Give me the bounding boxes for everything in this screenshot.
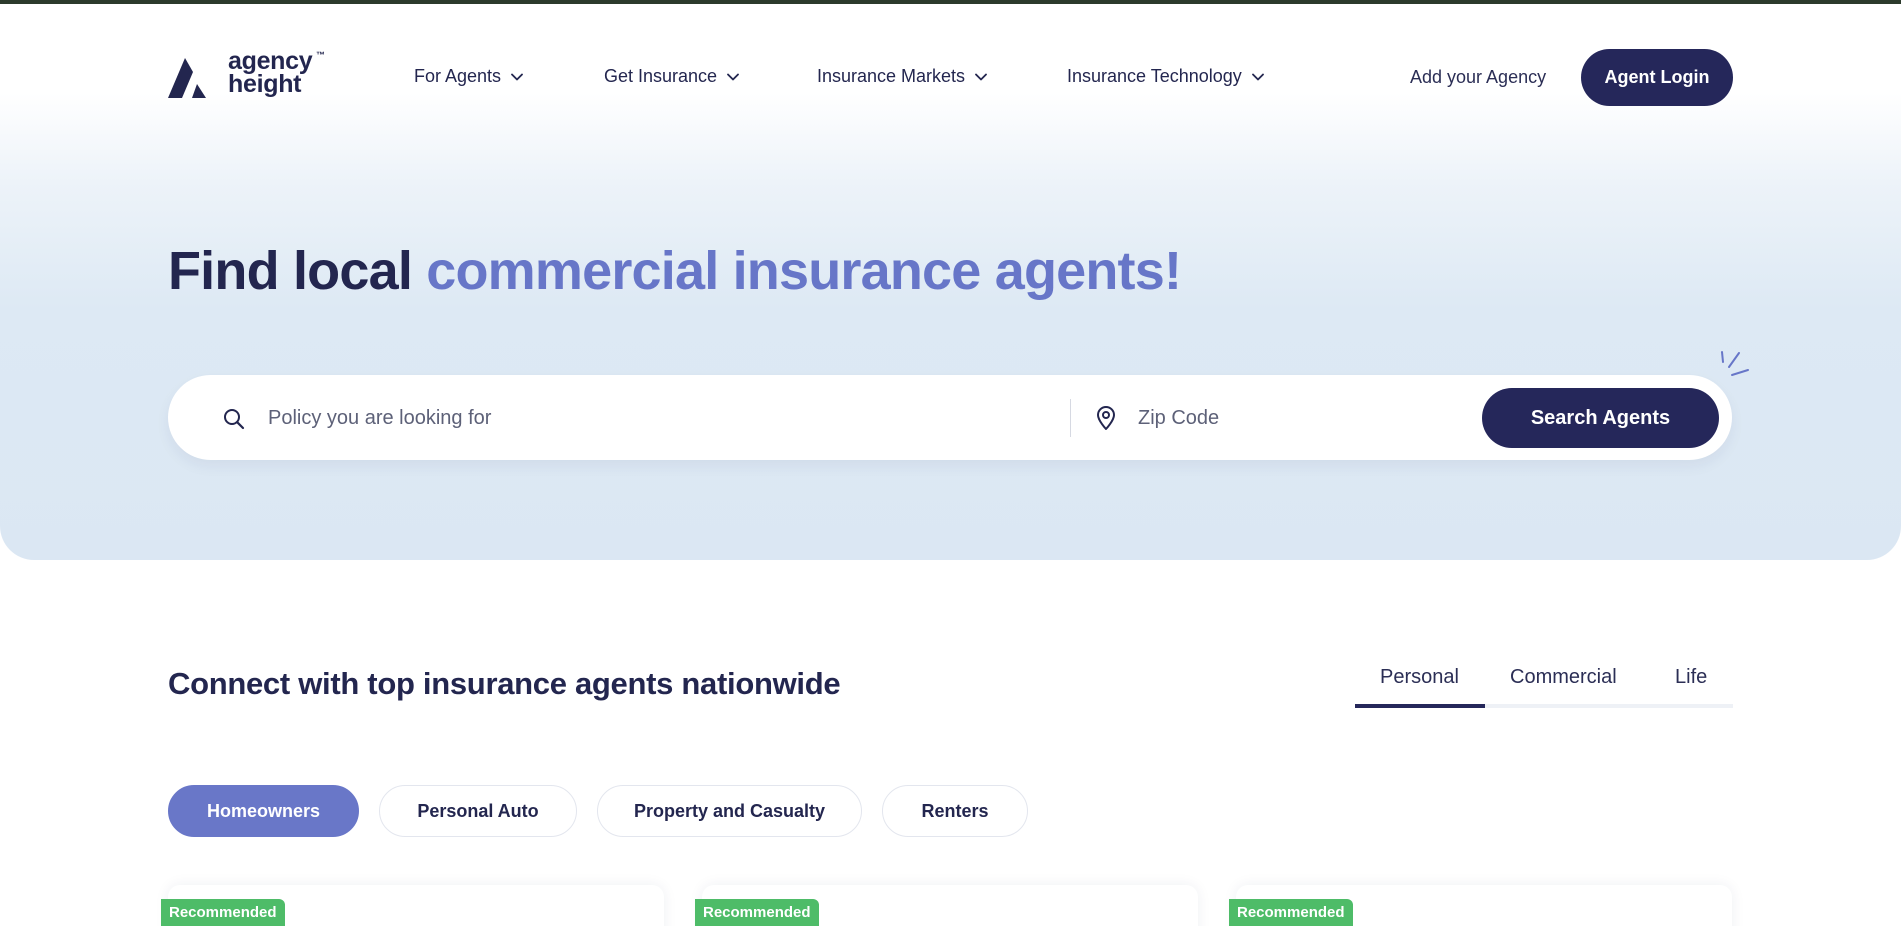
tab-commercial[interactable]: Commercial [1510, 666, 1617, 689]
tab-active-indicator [1355, 704, 1485, 708]
nav-label: Insurance Markets [817, 66, 966, 86]
logo[interactable]: agency height ™ [168, 47, 338, 106]
sparkle-icon [1721, 351, 1749, 376]
section-title: Connect with top insurance agents nation… [168, 666, 841, 701]
location-pin-icon [1097, 406, 1115, 430]
tab-personal[interactable]: Personal [1380, 666, 1459, 689]
recommended-badge: Recommended [695, 899, 819, 926]
site-header: agency height ™ For Agents Get Insurance… [0, 4, 1901, 146]
zip-code-input[interactable] [1138, 397, 1438, 439]
search-icon [224, 409, 245, 430]
nav-for-agents[interactable]: For Agents [414, 66, 523, 87]
chevron-down-icon [975, 73, 987, 80]
nav-label: For Agents [414, 66, 502, 86]
pill-renters[interactable]: Renters [882, 785, 1028, 837]
hero-title-dark: Find local [168, 241, 413, 301]
search-divider [1070, 399, 1071, 437]
chevron-down-icon [1251, 73, 1264, 80]
chevron-down-icon [727, 73, 739, 80]
insurance-type-tabs: Personal Commercial Life [1355, 660, 1733, 708]
policy-search-input[interactable] [268, 397, 1118, 439]
hero-title-accent: commercial insurance agents! [426, 241, 1182, 301]
nav-insurance-technology[interactable]: Insurance Technology [1067, 66, 1264, 87]
add-agency-link[interactable]: Add your Agency [1410, 67, 1546, 88]
nav-label: Insurance Technology [1067, 66, 1242, 86]
nav-get-insurance[interactable]: Get Insurance [604, 66, 739, 87]
hero-title: Find local commercial insurance agents! [168, 240, 1182, 302]
recommended-badge: Recommended [1229, 899, 1353, 926]
pill-personal-auto[interactable]: Personal Auto [379, 785, 577, 837]
tab-life[interactable]: Life [1675, 666, 1707, 689]
pill-homeowners[interactable]: Homeowners [168, 785, 359, 837]
logo-trademark: ™ [316, 50, 325, 60]
logo-wordmark: agency height [228, 47, 313, 98]
nav-label: Get Insurance [604, 66, 718, 86]
recommended-badge: Recommended [161, 899, 285, 926]
logo-mark-icon [168, 58, 206, 98]
chevron-down-icon [511, 73, 523, 80]
agent-search-bar: Search Agents [168, 375, 1732, 460]
pill-property-and-casualty[interactable]: Property and Casualty [597, 785, 862, 837]
agent-login-button[interactable]: Agent Login [1581, 49, 1733, 106]
search-agents-button[interactable]: Search Agents [1482, 388, 1719, 448]
nav-insurance-markets[interactable]: Insurance Markets [817, 66, 987, 87]
